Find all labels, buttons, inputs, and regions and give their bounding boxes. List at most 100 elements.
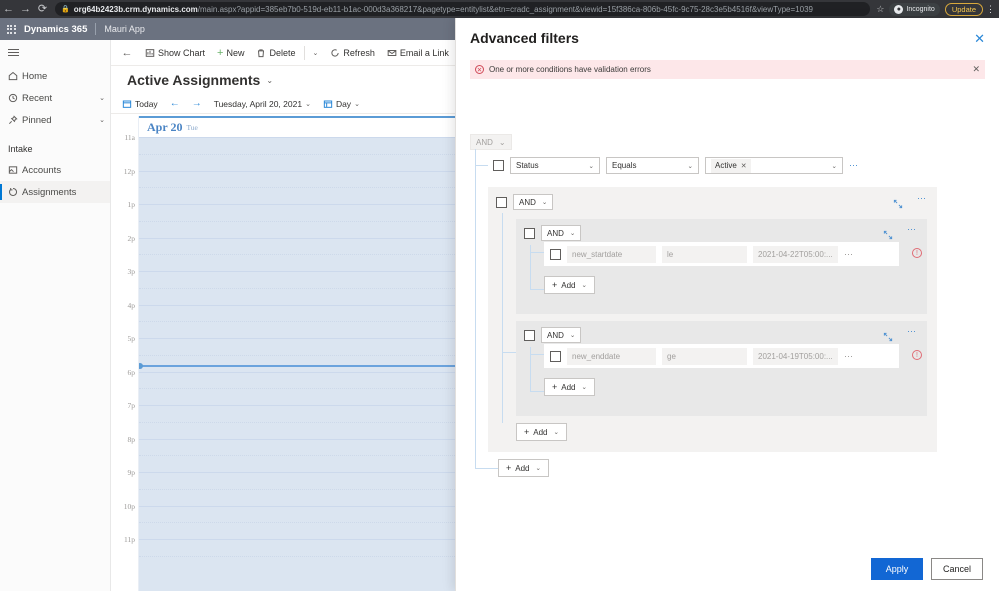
chevron-down-icon: ⌄ — [354, 100, 360, 108]
command-label: Delete — [269, 47, 296, 58]
app-launcher-icon[interactable] — [0, 24, 22, 34]
chevron-down-icon[interactable]: ⌄ — [94, 116, 110, 124]
sidebar-item-recent[interactable]: Recent ⌄ — [0, 87, 110, 109]
add-condition-button-subgroup2[interactable]: + Add ⌄ — [544, 378, 595, 396]
group-collapse-button[interactable] — [893, 196, 903, 214]
page-back-icon[interactable]: ← — [115, 47, 139, 59]
attribute-field-enddate[interactable]: new_enddate — [567, 347, 656, 365]
browser-menu-icon[interactable]: ⋮ — [986, 4, 995, 15]
attribute-select-status[interactable]: Status ⌄ — [510, 157, 600, 174]
operator-field-ge[interactable]: ge — [662, 347, 747, 365]
condition-error-icon: ! — [912, 350, 922, 360]
command-label: Email a Link — [399, 47, 449, 58]
subgroup-more-options-icon[interactable]: ⋯ — [907, 225, 917, 234]
chevron-down-icon: ⌄ — [569, 332, 576, 339]
sidebar-item-home[interactable]: Home — [0, 65, 110, 87]
today-button[interactable]: Today — [117, 96, 163, 112]
sidebar-item-assignments[interactable]: Assignments — [0, 181, 110, 203]
calendar-date-selector[interactable]: Tuesday, April 20, 2021 ⌄ — [209, 96, 316, 112]
operator-field-le[interactable]: le — [662, 245, 747, 263]
show-chart-button[interactable]: Show Chart — [139, 43, 211, 63]
sidebar-item-accounts[interactable]: Accounts — [0, 159, 110, 181]
calendar-day-of-week: Tue — [186, 123, 198, 132]
calendar-time-label: 6p — [127, 367, 136, 377]
new-button[interactable]: + New — [211, 43, 250, 63]
cancel-button[interactable]: Cancel — [931, 558, 983, 580]
panel-body: AND ⌄ Status ⌄ Equals ⌄ Active ✕ ⌄ ⋯ AND… — [456, 79, 999, 547]
value-select-status[interactable]: Active ✕ ⌄ — [705, 157, 843, 174]
subgroup-operator-and[interactable]: AND ⌄ — [541, 225, 582, 241]
advanced-filters-panel: Advanced filters ✕ ✕ One or more conditi… — [455, 18, 999, 591]
today-label: Today — [135, 98, 158, 109]
add-condition-button-root[interactable]: + Add ⌄ — [498, 459, 549, 477]
panel-title: Advanced filters — [470, 30, 579, 46]
plus-icon: + — [524, 427, 530, 437]
subgroup-checkbox[interactable] — [524, 227, 535, 239]
collapse-icon — [883, 332, 893, 342]
hamburger-menu-icon[interactable] — [0, 40, 110, 65]
view-selector-chevron-icon[interactable]: ⌄ — [266, 76, 273, 85]
condition-more-options-icon[interactable]: ⋯ — [844, 351, 854, 361]
condition-checkbox[interactable] — [550, 248, 561, 260]
chevron-down-icon[interactable]: ⌄ — [94, 94, 110, 102]
subgroup-more-options-icon[interactable]: ⋯ — [907, 327, 917, 336]
operator-value: ge — [667, 351, 676, 361]
calendar-next-icon[interactable]: → — [187, 98, 207, 109]
refresh-button[interactable]: Refresh — [324, 43, 381, 63]
operator-select-equals[interactable]: Equals ⌄ — [606, 157, 699, 174]
browser-reload-icon[interactable]: ⟳ — [34, 0, 51, 18]
chevron-down-icon: ⌄ — [588, 162, 594, 170]
browser-back-icon[interactable]: ← — [0, 0, 17, 18]
attribute-value: new_enddate — [572, 351, 621, 361]
group-checkbox[interactable] — [496, 196, 507, 208]
delete-button[interactable]: Delete — [250, 43, 301, 63]
root-operator-label: AND — [476, 137, 493, 147]
calendar-time-label: 11a — [124, 133, 135, 142]
tree-connector — [475, 165, 488, 166]
group-operator-and[interactable]: AND ⌄ — [513, 194, 554, 210]
incognito-badge[interactable]: ● Incognito — [889, 2, 940, 16]
command-label: Refresh — [343, 47, 375, 58]
condition-checkbox[interactable] — [550, 350, 561, 362]
header-divider — [95, 23, 97, 35]
more-options-icon[interactable]: ⋯ — [849, 161, 859, 170]
error-dismiss-icon[interactable]: ✕ — [972, 64, 980, 75]
calendar-view-selector[interactable]: Day ⌄ — [318, 96, 365, 112]
add-condition-button-group1[interactable]: + Add ⌄ — [516, 423, 567, 441]
sidebar-group-title: Intake — [8, 144, 33, 154]
bookmark-star-icon[interactable]: ☆ — [876, 4, 884, 15]
subgroup-operator-and[interactable]: AND ⌄ — [541, 327, 582, 343]
value-field-startdate[interactable]: 2021-04-22T05:00:... — [753, 245, 838, 263]
address-bar[interactable]: 🔒 org64b2423b.crm.dynamics.com/main.aspx… — [55, 2, 871, 16]
chart-icon — [145, 48, 155, 58]
attribute-field-startdate[interactable]: new_startdate — [567, 245, 656, 263]
tree-connector — [530, 252, 544, 253]
command-separator — [303, 45, 305, 60]
filter-group-level2-enddate: AND ⌄ ⋯ new_enddate ge 2021-04-19T05:00:… — [516, 321, 927, 416]
update-button[interactable]: Update — [944, 2, 983, 16]
condition-checkbox[interactable] — [493, 160, 504, 171]
root-group-operator[interactable]: AND ⌄ — [470, 134, 512, 150]
calendar-today-icon — [122, 99, 132, 109]
calendar-prev-icon[interactable]: ← — [165, 98, 185, 109]
apply-button[interactable]: Apply — [871, 558, 923, 580]
plus-icon: + — [552, 382, 558, 392]
plus-icon: + — [217, 46, 224, 59]
remove-chip-icon[interactable]: ✕ — [741, 162, 747, 170]
condition-more-options-icon[interactable]: ⋯ — [844, 249, 854, 259]
chevron-down-icon: ⌄ — [687, 162, 693, 170]
value-field-enddate[interactable]: 2021-04-19T05:00:... — [753, 347, 838, 365]
tree-connector — [475, 468, 498, 469]
calendar-view-icon — [323, 99, 333, 109]
subgroup-checkbox[interactable] — [524, 329, 535, 341]
add-condition-button-subgroup1[interactable]: + Add ⌄ — [544, 276, 595, 294]
value-chip-active[interactable]: Active ✕ — [711, 158, 751, 173]
close-icon[interactable]: ✕ — [974, 32, 985, 45]
browser-forward-icon[interactable]: → — [17, 0, 34, 18]
calendar-time-label: 7p — [127, 401, 136, 410]
email-a-link-button[interactable]: Email a Link — [381, 43, 455, 63]
command-overflow-chevron[interactable]: ⌄ — [307, 43, 325, 63]
group-more-options-icon[interactable]: ⋯ — [917, 194, 927, 203]
chevron-down-icon: ⌄ — [541, 199, 548, 206]
sidebar-item-pinned[interactable]: Pinned ⌄ — [0, 109, 110, 131]
